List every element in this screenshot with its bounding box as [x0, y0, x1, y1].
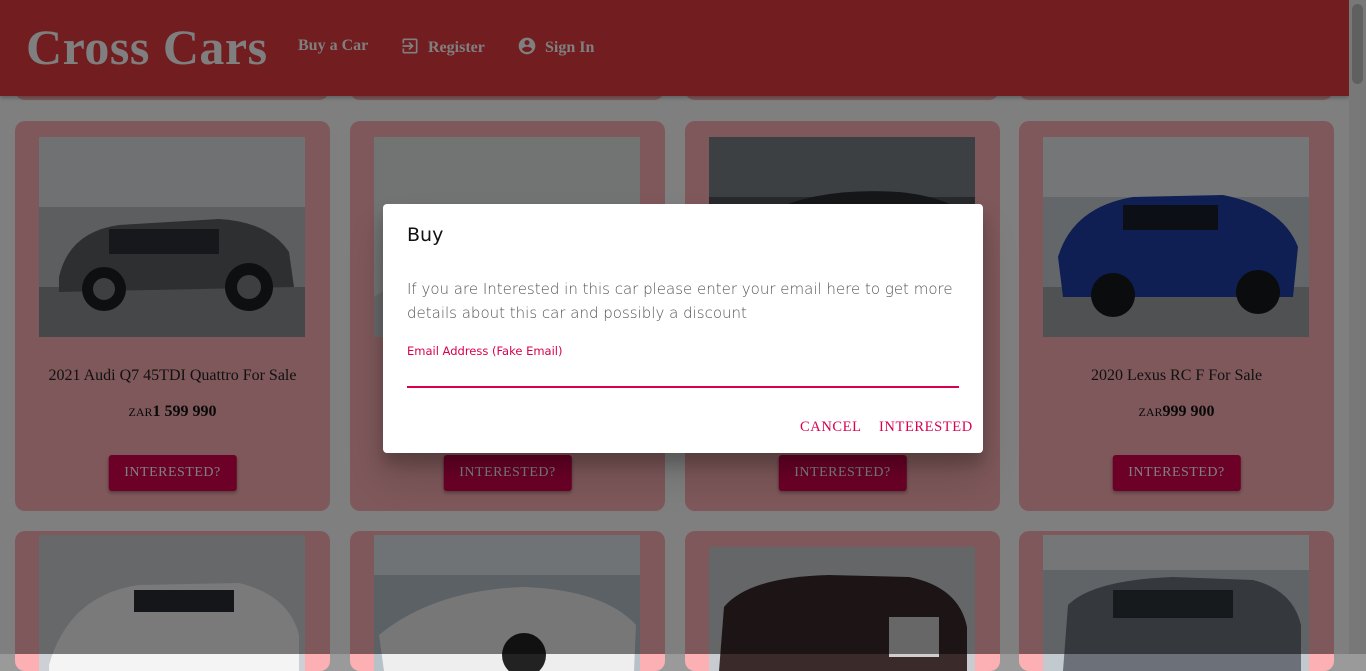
dialog-title: Buy: [407, 224, 444, 246]
email-field[interactable]: [407, 364, 959, 388]
dialog-text: If you are Interested in this car please…: [407, 280, 953, 322]
buy-dialog: Buy If you are Interested in this car pl…: [383, 204, 983, 453]
cancel-button[interactable]: CANCEL: [792, 414, 870, 440]
email-field-label: Email Address (Fake Email): [407, 344, 563, 358]
interested-confirm-button[interactable]: INTERESTED: [871, 414, 981, 440]
